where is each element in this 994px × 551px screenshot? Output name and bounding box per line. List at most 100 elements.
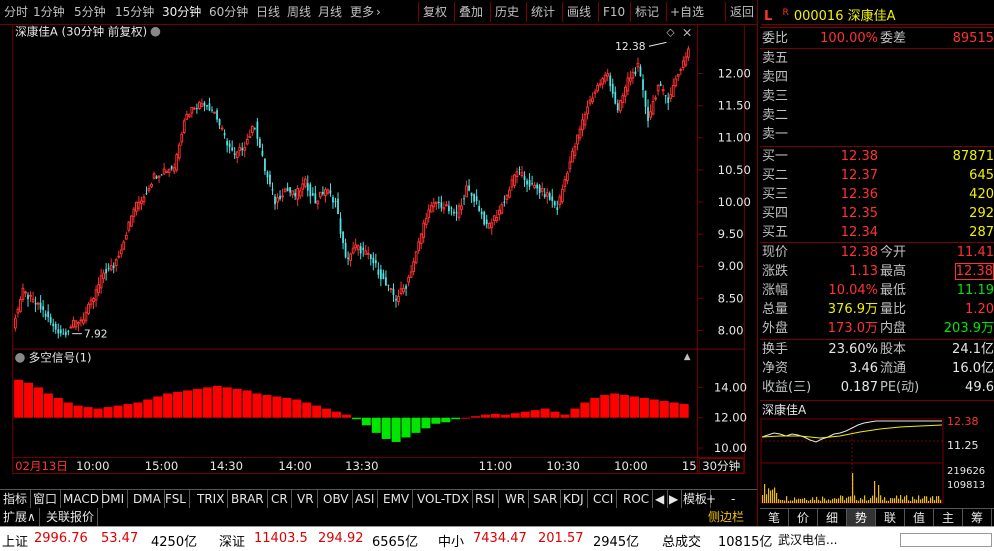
indicator-tab[interactable]: CR xyxy=(268,490,292,508)
candle-body xyxy=(213,111,216,114)
scroll-up-icon[interactable]: ▲ xyxy=(684,352,691,362)
indicator-tab[interactable]: ROC xyxy=(620,490,654,508)
indicator-bar xyxy=(312,405,322,418)
back-button[interactable]: 返回 xyxy=(730,4,754,20)
price-tick-label: 8.00 xyxy=(718,323,744,337)
side-tab[interactable]: 价 xyxy=(789,509,818,527)
side-tab[interactable]: 筹 xyxy=(963,509,992,527)
candle-body xyxy=(526,180,528,185)
candle-body xyxy=(366,252,370,255)
tab-period-more[interactable]: 更多 › xyxy=(350,4,381,20)
mini-volume-bar xyxy=(784,500,786,503)
mini-volume-bar xyxy=(838,498,840,503)
adjust-button[interactable]: 复权 xyxy=(423,4,447,20)
candle-body xyxy=(248,135,252,139)
candle-body xyxy=(671,85,675,97)
side-tab[interactable]: 主 xyxy=(934,509,963,527)
indicator-tab[interactable]: KDJ xyxy=(560,490,588,508)
indicator-tab[interactable]: VOL-TDX xyxy=(414,490,473,508)
indicator-bar xyxy=(580,402,590,418)
sidebar-toggle[interactable]: 侧边栏 ◀ xyxy=(705,508,757,542)
overlay-button[interactable]: 叠加 xyxy=(459,4,483,20)
tab-period-tick[interactable]: 分时 xyxy=(4,4,28,20)
mark-button[interactable]: 标记 xyxy=(635,4,659,20)
candle-body xyxy=(324,189,327,196)
candle-body xyxy=(460,205,463,210)
indicator-tab[interactable]: BRAR xyxy=(228,490,268,508)
tab-period-1min[interactable]: 1分钟 xyxy=(33,4,65,20)
candle-body xyxy=(606,73,610,77)
chevron-down-icon[interactable] xyxy=(15,353,25,363)
chevron-down-icon[interactable] xyxy=(150,26,161,37)
status-index-name[interactable]: 上证 xyxy=(2,531,28,550)
quote-label: 最低 xyxy=(880,283,907,298)
indicator-tab[interactable]: DMA xyxy=(130,490,165,508)
candle-body xyxy=(596,84,599,92)
f10-button[interactable]: F10 xyxy=(603,4,625,20)
bid-volume: 287 xyxy=(969,225,994,240)
indicator-tab[interactable]: WR xyxy=(502,490,530,508)
candle-body xyxy=(264,158,266,172)
expand-button[interactable]: 扩展∧ xyxy=(0,508,40,526)
candle-body xyxy=(432,202,436,208)
tab-period-5min[interactable]: 5分钟 xyxy=(74,4,106,20)
indicator-tab[interactable]: CCI xyxy=(590,490,618,508)
draw-line-button[interactable]: 画线 xyxy=(567,4,591,20)
candle-body xyxy=(533,184,536,189)
indicator-tab[interactable]: 指标 xyxy=(0,490,32,508)
mini-volume-bar xyxy=(840,495,842,503)
history-button[interactable]: 历史 xyxy=(495,4,519,20)
candle-body xyxy=(392,288,395,295)
kline-chart[interactable]: 深康佳A (30分钟 前复权) ◇ × 12.00 11.50 11.00 10.50… xyxy=(0,24,757,474)
indicator-tab[interactable]: FSL xyxy=(162,490,190,508)
candle-body xyxy=(311,193,314,196)
candle-body xyxy=(228,143,231,148)
indicator-tab[interactable]: VR xyxy=(294,490,318,508)
time-label: 10:30 xyxy=(546,459,579,473)
scrollbar-widget[interactable] xyxy=(900,533,992,547)
indicator-tab[interactable]: SAR xyxy=(530,490,562,508)
candle-body xyxy=(42,306,45,311)
indicator-tab[interactable]: OBV xyxy=(320,490,353,508)
indicator-tab[interactable]: TRIX xyxy=(194,490,229,508)
tab-period-60min[interactable]: 60分钟 xyxy=(209,4,248,20)
candle-body xyxy=(49,316,52,323)
statistics-button[interactable]: 统计 xyxy=(531,4,555,20)
related-quotes-tab[interactable]: 关联报价 xyxy=(43,508,99,526)
candle-body xyxy=(105,268,108,274)
side-tab[interactable]: 细 xyxy=(818,509,847,527)
mini-intraday-chart[interactable]: 深康佳A 12.38 11.25 219626 109813 xyxy=(760,401,994,505)
time-label: 10:00 xyxy=(76,459,109,473)
indicator-tab[interactable]: MACD xyxy=(60,490,103,508)
candle-body xyxy=(107,267,110,269)
indicator-tab[interactable]: EMV xyxy=(380,490,414,508)
indicator-bar xyxy=(600,394,610,418)
side-tab[interactable]: 势 xyxy=(847,509,876,527)
mini-volume-bar xyxy=(776,493,778,503)
side-tab[interactable]: 值 xyxy=(905,509,934,527)
indicator-tab[interactable]: DMI xyxy=(98,490,129,508)
side-tab[interactable]: 笔 xyxy=(760,509,789,527)
side-tab[interactable]: 联 xyxy=(876,509,905,527)
tab-period-30min[interactable]: 30分钟 xyxy=(162,4,201,20)
tab-period-month[interactable]: 月线 xyxy=(318,4,342,20)
status-index-name[interactable]: 中小 xyxy=(438,531,464,550)
subwindow-add-button[interactable]: + xyxy=(703,490,719,508)
candle-body xyxy=(356,245,360,251)
candle-body xyxy=(427,209,431,218)
tab-period-day[interactable]: 日线 xyxy=(256,4,280,20)
commission-row: 委比 100.00% 委差 89515 xyxy=(762,29,994,48)
subwindow-remove-button[interactable]: - xyxy=(728,490,738,508)
tab-period-15min[interactable]: 15分钟 xyxy=(115,4,154,20)
indicator-tab[interactable]: RSI xyxy=(472,490,499,508)
close-icon[interactable]: × xyxy=(682,25,693,40)
candle-body xyxy=(684,56,688,66)
status-index-name[interactable]: 深证 xyxy=(219,531,245,550)
indicator-bar xyxy=(441,417,451,423)
status-news-ticker[interactable]: 武汉电信... xyxy=(778,531,837,548)
add-watchlist-button[interactable]: +自选 xyxy=(670,4,704,20)
indicator-tab[interactable]: ASI xyxy=(352,490,379,508)
bid-volume: 292 xyxy=(969,206,994,221)
indicator-tab[interactable]: 窗口 xyxy=(30,490,62,508)
tab-period-week[interactable]: 周线 xyxy=(287,4,311,20)
